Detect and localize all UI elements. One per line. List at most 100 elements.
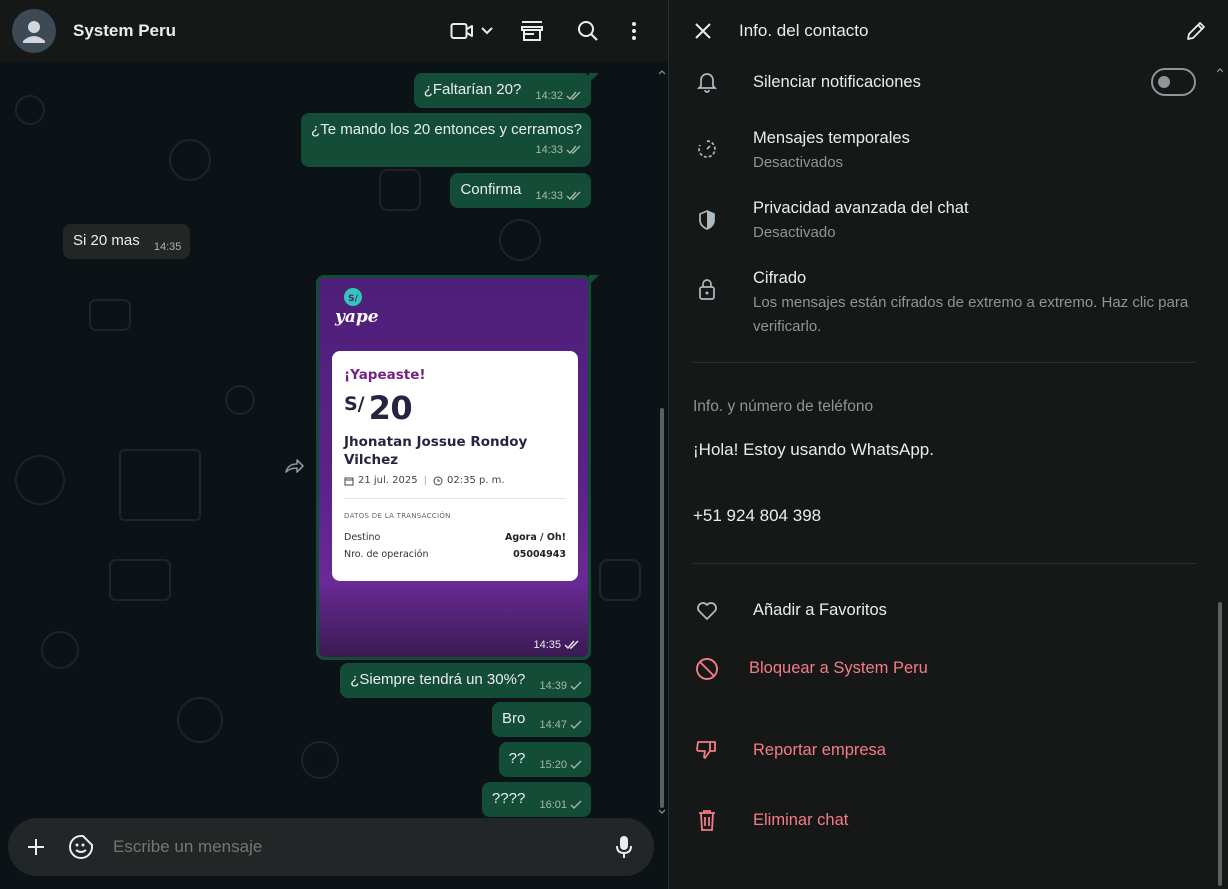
block-label: Bloquear a System Peru <box>749 659 928 677</box>
payment-title: ¡Yapeaste! <box>344 367 426 383</box>
message-outgoing[interactable]: Bro 14:47 <box>491 702 591 737</box>
chevron-down-icon <box>481 27 493 35</box>
encryption-label: Cifrado <box>753 269 807 287</box>
image-meta: 14:35 <box>533 639 580 651</box>
privacy-label: Privacidad avanzada del chat <box>753 199 969 217</box>
search-button[interactable] <box>560 11 616 51</box>
message-text: ¿Te mando los 20 entonces y cerramos? <box>311 121 582 138</box>
message-time: 14:33 <box>535 190 563 202</box>
check-icon <box>570 800 582 809</box>
chat-scrollbar[interactable] <box>659 70 665 818</box>
message-composer <box>8 818 654 876</box>
heart-icon <box>697 602 717 620</box>
message-outgoing[interactable]: ¿Faltarían 20? 14:32 <box>413 73 600 108</box>
forward-button[interactable] <box>282 454 306 478</box>
shield-icon <box>699 210 715 230</box>
sticker-button[interactable] <box>67 833 95 861</box>
video-call-button[interactable] <box>440 11 504 51</box>
edit-button[interactable] <box>1184 19 1208 43</box>
message-outgoing[interactable]: ¿Te mando los 20 entonces y cerramos? 14… <box>301 113 591 167</box>
message-text: ¿Siempre tendrá un 30%? <box>350 671 526 688</box>
encryption-row[interactable]: Cifrado Los mensajes están cifrados de e… <box>669 267 1209 339</box>
close-button[interactable] <box>691 19 715 43</box>
check-icon <box>570 681 582 690</box>
advanced-privacy-row[interactable]: Privacidad avanzada del chat Desactivado <box>669 197 1209 245</box>
search-icon <box>578 21 598 41</box>
divider <box>344 498 566 499</box>
double-check-icon <box>566 145 581 155</box>
add-favorites-row[interactable]: Añadir a Favoritos <box>669 599 1209 621</box>
message-outgoing[interactable]: ???? 16:01 <box>481 782 591 817</box>
message-outgoing[interactable]: ?? 15:20 <box>498 742 591 777</box>
contact-info-header: Info. del contacto <box>669 0 1228 62</box>
voice-message-button[interactable] <box>610 833 638 861</box>
message-time: 14:39 <box>539 680 567 692</box>
double-check-icon <box>564 640 579 650</box>
delete-chat-row[interactable]: Eliminar chat <box>669 808 1209 832</box>
operation-row: Nro. de operación 05004943 <box>344 549 566 560</box>
message-time: 16:01 <box>539 799 567 811</box>
contact-info-pane: Info. del contacto Silenciar notificacio… <box>668 0 1228 889</box>
phone-section-title: Info. y número de teléfono <box>693 398 874 415</box>
block-icon <box>696 657 718 680</box>
mute-toggle[interactable] <box>1151 68 1196 96</box>
pencil-icon <box>1187 22 1205 40</box>
message-outgoing[interactable]: ¿Siempre tendrá un 30%? 14:39 <box>340 663 591 698</box>
yape-logo: S/ yape <box>334 288 379 327</box>
yape-receipt-image[interactable]: S/ yape ¡Yapeaste! S/ 20 Jhonatan Jossue… <box>319 278 588 657</box>
avatar[interactable] <box>12 9 56 53</box>
payment-datetime: 21 jul. 2025 | 02:35 p. m. <box>344 475 566 486</box>
mute-notifications-row[interactable]: Silenciar notificaciones <box>669 68 1209 96</box>
calendar-icon <box>344 477 354 485</box>
message-text: ???? <box>491 790 526 807</box>
bell-icon <box>697 73 717 93</box>
chat-header: System Peru <box>0 0 668 62</box>
payment-card: ¡Yapeaste! S/ 20 Jhonatan Jossue Rondoy … <box>332 351 578 581</box>
message-input[interactable] <box>113 837 610 857</box>
sticker-icon <box>69 835 93 859</box>
message-text: Bro <box>501 710 526 727</box>
destination-label: Destino <box>344 532 381 543</box>
disappearing-messages-row[interactable]: Mensajes temporales Desactivados <box>669 127 1209 175</box>
divider <box>693 362 1196 363</box>
phone-number[interactable]: +51 924 804 398 <box>693 506 821 526</box>
double-check-icon <box>566 191 581 201</box>
currency-symbol: S/ <box>344 393 365 415</box>
check-icon <box>570 720 582 729</box>
thumbs-down-icon <box>696 741 716 759</box>
chat-title[interactable]: System Peru <box>73 21 440 41</box>
message-incoming[interactable]: Si 20 mas 14:35 <box>63 224 191 259</box>
message-text: Confirma <box>460 181 522 198</box>
amount-value: 20 <box>368 389 413 427</box>
temporary-messages-value: Desactivados <box>753 154 844 171</box>
payment-amount: S/ 20 <box>344 389 566 427</box>
svg-text:yape: yape <box>334 307 379 327</box>
report-label: Reportar empresa <box>753 741 886 759</box>
payment-time: 02:35 p. m. <box>446 475 505 486</box>
operation-value: 05004943 <box>513 549 566 560</box>
message-time: 15:20 <box>539 759 567 771</box>
recipient-name: Jhonatan Jossue Rondoy Vilchez <box>344 434 528 468</box>
attach-button[interactable] <box>22 833 50 861</box>
lock-icon <box>699 279 715 300</box>
favorites-label: Añadir a Favoritos <box>753 601 887 619</box>
message-text: Si 20 mas <box>73 232 140 249</box>
message-time: 14:35 <box>533 639 561 651</box>
message-time: 14:47 <box>539 719 567 731</box>
catalog-button[interactable] <box>504 11 560 51</box>
report-business-row[interactable]: Reportar empresa <box>669 738 1209 762</box>
panel-title: Info. del contacto <box>739 21 869 40</box>
clock-icon <box>433 476 443 485</box>
block-contact-row[interactable]: Bloquear a System Peru <box>669 655 1209 682</box>
image-message[interactable]: S/ yape ¡Yapeaste! S/ 20 Jhonatan Jossue… <box>316 275 599 660</box>
message-time: 14:32 <box>535 90 563 102</box>
message-list[interactable]: ¿Faltarían 20? 14:32 ¿Te mando los 20 en… <box>0 62 668 818</box>
menu-button[interactable] <box>616 11 652 51</box>
video-camera-icon <box>450 23 473 39</box>
message-text: ¿Faltarían 20? <box>423 81 522 98</box>
default-user-icon <box>23 21 45 43</box>
info-scrollbar[interactable] <box>1217 66 1223 886</box>
message-outgoing[interactable]: Confirma 14:33 <box>450 173 591 208</box>
destination-value: Agora / Oh! <box>504 532 566 543</box>
operation-label: Nro. de operación <box>344 549 429 560</box>
